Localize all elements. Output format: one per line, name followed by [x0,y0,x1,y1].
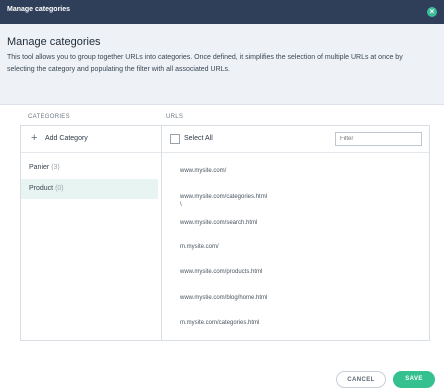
category-item-product[interactable]: Product (0) [21,179,158,199]
close-icon[interactable]: × [427,7,437,17]
categories-column-header: CATEGORIES [28,114,70,120]
page-title: Manage categories [7,36,101,48]
select-all-checkbox[interactable] [170,134,180,144]
category-count: (0) [55,185,64,192]
url-item[interactable]: m.mysite.com/ [180,244,219,250]
title-bar: Manage categories × [0,0,444,24]
plus-icon: + [31,132,38,144]
select-all-label[interactable]: Select All [184,135,213,142]
url-item[interactable]: www.mysite.com/products.html [180,269,262,275]
filter-input[interactable] [335,132,422,146]
category-item-panier[interactable]: Panier (3) [21,158,158,178]
url-item[interactable]: www.mystie.com/blog/home.html [180,295,267,301]
page-description: This tool allows you to group together U… [7,54,403,73]
add-category-label: Add Category [45,135,88,142]
add-category-button[interactable]: + Add Category [21,126,161,153]
url-item[interactable]: www.mysite.com/ [180,168,226,174]
urls-column-header: URLS [166,114,184,120]
dialog-header: Manage categories This tool allows you t… [0,24,444,105]
categories-panel: + Add Category Panier (3) Product (0) Se… [20,125,430,341]
url-item[interactable]: m.mysite.com/categories.html [180,320,259,326]
category-name: Product [29,185,54,192]
url-item[interactable]: www.mysite.com/categories.html \ [180,193,267,209]
category-count: (3) [51,164,60,171]
category-name: Panier [29,164,50,171]
url-list-toolbar: Select All [162,126,429,153]
url-item[interactable]: www.mysite.com/search.html [180,220,257,226]
column-divider [161,126,162,340]
cancel-button[interactable]: CANCEL [336,371,386,388]
save-button[interactable]: SAVE [393,371,435,388]
window-title: Manage categories [7,6,71,13]
